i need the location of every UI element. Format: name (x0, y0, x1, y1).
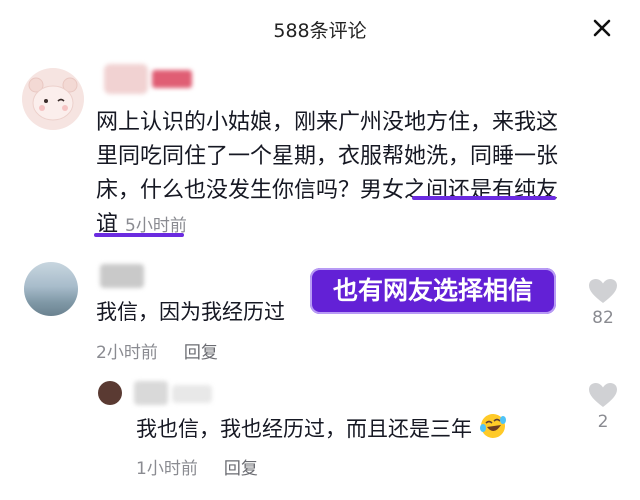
comment-time: 1小时前 (136, 459, 198, 479)
avatar[interactable] (22, 68, 84, 130)
comment-text-body: 我也信，我也经历过，而且还是三年 (136, 417, 472, 441)
highlight-underline (412, 196, 556, 200)
bear-avatar-icon (22, 68, 84, 130)
comment-meta: 1小时前 回复 (136, 454, 284, 479)
overlay-caption: 也有网友选择相信 (310, 268, 556, 314)
heart-icon (589, 279, 617, 303)
close-icon (593, 19, 611, 37)
like-count: 2 (597, 412, 609, 432)
reply-target-blurred (172, 385, 212, 403)
username-blurred[interactable] (104, 64, 148, 94)
like-button[interactable]: 2 (586, 382, 620, 432)
user-badge-blurred (152, 70, 192, 88)
reply-button[interactable]: 回复 (224, 459, 258, 479)
avatar[interactable] (24, 262, 78, 316)
comment-meta: 2小时前 回复 (96, 338, 244, 363)
username-blurred[interactable] (100, 264, 144, 288)
comment-text: 我也信，我也经历过，而且还是三年 (136, 412, 507, 443)
comments-count-title: 588条评论 (273, 20, 367, 42)
avatar[interactable] (98, 381, 122, 405)
heart-icon (589, 383, 617, 407)
comment-text: 网上认识的小姑娘，刚来广州没地方住，来我这里同吃同住了一个星期，衣服帮她洗，同睡… (96, 106, 576, 243)
comment-time: 2小时前 (96, 343, 158, 363)
highlight-underline (94, 233, 184, 237)
comment-text: 我信，因为我经历过 (96, 300, 285, 324)
like-button[interactable]: 82 (586, 278, 620, 328)
laughing-tears-emoji-icon (479, 414, 506, 438)
close-button[interactable] (588, 14, 616, 42)
like-count: 82 (592, 308, 614, 328)
reply-button[interactable]: 回复 (184, 343, 218, 363)
username-blurred[interactable] (134, 381, 168, 405)
